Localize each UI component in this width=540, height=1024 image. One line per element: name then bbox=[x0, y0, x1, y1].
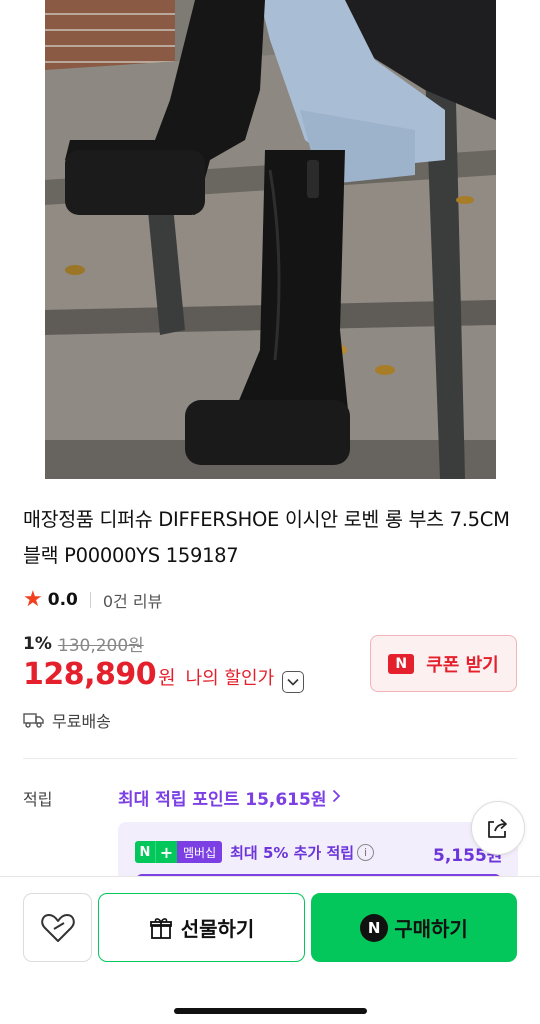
naver-n-icon: N bbox=[388, 653, 415, 674]
gift-icon bbox=[149, 917, 172, 939]
naver-pay-icon: N bbox=[360, 913, 389, 942]
gift-label: 선물하기 bbox=[180, 917, 255, 941]
bottom-action-bar: 선물하기 N 구매하기 bbox=[0, 876, 540, 1024]
shipping-label: 무료배송 bbox=[52, 712, 111, 731]
info-icon[interactable]: i bbox=[357, 843, 375, 861]
truck-icon bbox=[23, 713, 44, 728]
original-price: 130,200원 bbox=[57, 636, 144, 656]
currency-label: 원 bbox=[158, 667, 176, 689]
my-discount-label[interactable]: 나의 할인가 bbox=[186, 664, 275, 690]
rating-row: ★ 0.0 0건 리뷰 bbox=[23, 588, 162, 612]
buy-label: 구매하기 bbox=[394, 917, 468, 941]
naver-plus-membership-badge: N + 멤버십 bbox=[135, 841, 223, 863]
discount-percent: 1% bbox=[23, 633, 52, 654]
max-points-link[interactable]: 최대 적립 포인트 15,615원 bbox=[118, 785, 341, 810]
membership-row: N + 멤버십 최대 5% 추가 적립 i bbox=[135, 841, 375, 863]
membership-points-box: N + 멤버십 최대 5% 추가 적립 i 5,155원 bbox=[118, 822, 518, 882]
shipping-info: 무료배송 bbox=[23, 708, 111, 732]
chevron-right-icon bbox=[332, 788, 341, 808]
share-icon bbox=[488, 818, 507, 838]
heart-icon bbox=[40, 913, 75, 942]
buy-button[interactable]: N 구매하기 bbox=[311, 893, 517, 962]
chevron-down-icon[interactable] bbox=[282, 671, 305, 693]
coupon-label: 쿠폰 받기 bbox=[426, 654, 499, 676]
coupon-button[interactable]: N 쿠폰 받기 bbox=[370, 635, 517, 692]
rating-value: 0.0 bbox=[47, 590, 78, 610]
plus-icon: + bbox=[155, 841, 177, 863]
sale-price: 128,890 bbox=[23, 657, 157, 692]
membership-points-text: 최대 5% 추가 적립 bbox=[230, 843, 355, 862]
like-button[interactable] bbox=[23, 893, 92, 962]
home-indicator[interactable] bbox=[174, 1008, 367, 1014]
star-icon: ★ bbox=[23, 587, 43, 612]
divider bbox=[89, 592, 91, 608]
badge-n: N bbox=[135, 841, 155, 863]
price-row: 128,890 원 나의 할인가 bbox=[23, 657, 305, 693]
product-title: 매장정품 디퍼슈 DIFFERSHOE 이시안 로벤 롱 부츠 7.5CM 블랙… bbox=[23, 508, 510, 567]
share-button[interactable] bbox=[471, 801, 525, 855]
section-divider bbox=[23, 758, 517, 759]
points-label: 적립 bbox=[23, 790, 53, 809]
max-points-text: 최대 적립 포인트 15,615원 bbox=[118, 790, 327, 810]
review-count-link[interactable]: 0건 리뷰 bbox=[103, 588, 162, 612]
gift-button[interactable]: 선물하기 bbox=[98, 893, 305, 962]
product-image[interactable] bbox=[45, 0, 496, 479]
discount-row: 1% 130,200원 bbox=[23, 631, 144, 657]
badge-membership-text: 멤버십 bbox=[177, 841, 223, 863]
